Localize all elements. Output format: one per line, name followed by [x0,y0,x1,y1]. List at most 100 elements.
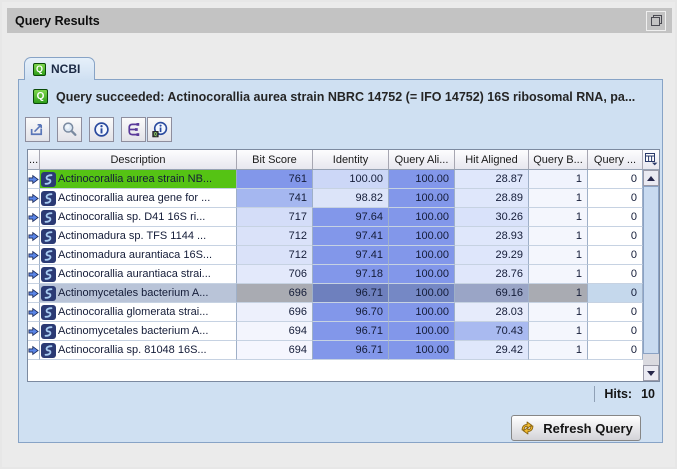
table-row[interactable]: Actinocorallia sp. D41 16S ri... 717 97.… [28,208,643,227]
scroll-down-button[interactable] [643,365,659,381]
query-results-panel: Q Query succeeded: Actinocorallia aurea … [18,79,663,443]
identity-cell: 97.41 [313,246,389,265]
float-window-button[interactable] [646,11,666,31]
query-status-text: Query succeeded: Actinocorallia aurea st… [56,90,635,104]
results-table: ... Description Bit Score Identity Query… [27,149,660,382]
row-arrow-icon [28,250,39,261]
row-arrow-icon [28,307,39,318]
info-button[interactable] [89,117,114,142]
description-text: Actinomycetales bacterium A... [58,287,208,299]
hit-aligned-cell: 30.26 [455,208,529,227]
query-status-icon: Q [33,89,48,104]
table-row[interactable]: Actinocorallia aurea strain NB... 761 10… [28,170,643,189]
bit-score-cell: 694 [237,322,313,341]
sequence-icon [41,210,56,225]
hit-aligned-cell: 69.16 [455,284,529,303]
description-text: Actinocorallia aurea gene for ... [58,192,210,204]
description-text: Actinocorallia aurea strain NB... [58,173,212,185]
identity-cell: 98.82 [313,189,389,208]
identity-cell: 97.18 [313,265,389,284]
sequence-icon [41,305,56,320]
bit-score-cell: 761 [237,170,313,189]
sequence-icon [41,172,56,187]
row-arrow-icon [28,345,39,356]
description-text: Actinomycetales bacterium A... [58,325,208,337]
refresh-icon [519,420,536,436]
query-b-cell: 1 [529,322,588,341]
row-arrow-icon [28,193,39,204]
vertical-scrollbar[interactable] [643,170,659,381]
tree-view-button[interactable] [121,117,146,142]
table-row[interactable]: Actinomadura aurantiaca 16S... 712 97.41… [28,246,643,265]
scrollbar-track[interactable] [643,186,659,365]
table-body-wrap: Actinocorallia aurea strain NB... 761 10… [28,170,659,381]
tab-ncbi[interactable]: Q NCBI [24,57,95,80]
query-cell: 0 [588,246,643,265]
svg-text:Q: Q [154,132,157,138]
window-title: Query Results [15,14,100,28]
description-text: Actinocorallia glomerata strai... [58,306,208,318]
info-icon [93,121,110,138]
table-row[interactable]: Actinomycetales bacterium A... 696 96.71… [28,284,643,303]
query-cell: 0 [588,322,643,341]
query-cell: 0 [588,284,643,303]
table-row[interactable]: Actinomycetales bacterium A... 694 96.71… [28,322,643,341]
query-aligned-cell: 100.00 [389,246,455,265]
header-query[interactable]: Query ... [588,150,643,169]
query-aligned-cell: 100.00 [389,208,455,227]
row-arrow-icon [28,231,39,242]
header-query-aligned[interactable]: Query Ali... [389,150,455,169]
table-row[interactable]: Actinomadura sp. TFS 1144 ... 712 97.41 … [28,227,643,246]
header-marker[interactable]: ... [28,150,40,169]
description-text: Actinocorallia sp. D41 16S ri... [58,211,205,223]
bit-score-cell: 696 [237,284,313,303]
query-aligned-cell: 100.00 [389,189,455,208]
query-b-cell: 1 [529,170,588,189]
identity-cell: 96.71 [313,284,389,303]
hit-aligned-cell: 28.03 [455,303,529,322]
hit-aligned-cell: 28.76 [455,265,529,284]
table-row[interactable]: Actinocorallia glomerata strai... 696 96… [28,303,643,322]
query-b-cell: 1 [529,246,588,265]
table-row[interactable]: Actinocorallia aurea gene for ... 741 98… [28,189,643,208]
scroll-up-button[interactable] [643,170,659,186]
hit-aligned-cell: 28.89 [455,189,529,208]
table-row[interactable]: Actinocorallia aurantiaca strai... 706 9… [28,265,643,284]
bit-score-cell: 741 [237,189,313,208]
hit-aligned-cell: 28.93 [455,227,529,246]
header-identity[interactable]: Identity [313,150,389,169]
bit-score-cell: 696 [237,303,313,322]
sequence-icon [41,267,56,282]
column-selector-button[interactable] [643,150,659,169]
scrollbar-thumb[interactable] [643,186,659,354]
sequence-icon [41,229,56,244]
header-description[interactable]: Description [40,150,237,169]
up-arrow-icon [647,176,655,181]
refresh-button-label: Refresh Query [543,421,633,436]
description-text: Actinocorallia aurantiaca strai... [58,268,211,280]
tree-icon [125,121,142,138]
search-button[interactable] [57,117,82,142]
sequence-icon [41,343,56,358]
header-query-b[interactable]: Query B... [529,150,588,169]
toolbar: Q [25,117,172,142]
down-arrow-icon [647,371,655,376]
hit-aligned-cell: 29.42 [455,341,529,360]
query-b-cell: 1 [529,227,588,246]
query-tab-icon: Q [33,63,46,76]
export-results-button[interactable] [25,117,50,142]
query-aligned-cell: 100.00 [389,170,455,189]
sequence-icon [41,191,56,206]
row-arrow-icon [28,326,39,337]
query-cell: 0 [588,208,643,227]
header-bit-score[interactable]: Bit Score [237,150,313,169]
table-row[interactable]: Actinocorallia sp. 81048 16S... 694 96.7… [28,341,643,360]
sequence-icon [41,248,56,263]
header-hit-aligned[interactable]: Hit Aligned [455,150,529,169]
query-aligned-cell: 100.00 [389,322,455,341]
sequence-icon [41,286,56,301]
hit-aligned-cell: 70.43 [455,322,529,341]
refresh-query-button[interactable]: Refresh Query [511,415,641,441]
query-b-cell: 1 [529,265,588,284]
query-info-button[interactable]: Q [147,117,172,142]
